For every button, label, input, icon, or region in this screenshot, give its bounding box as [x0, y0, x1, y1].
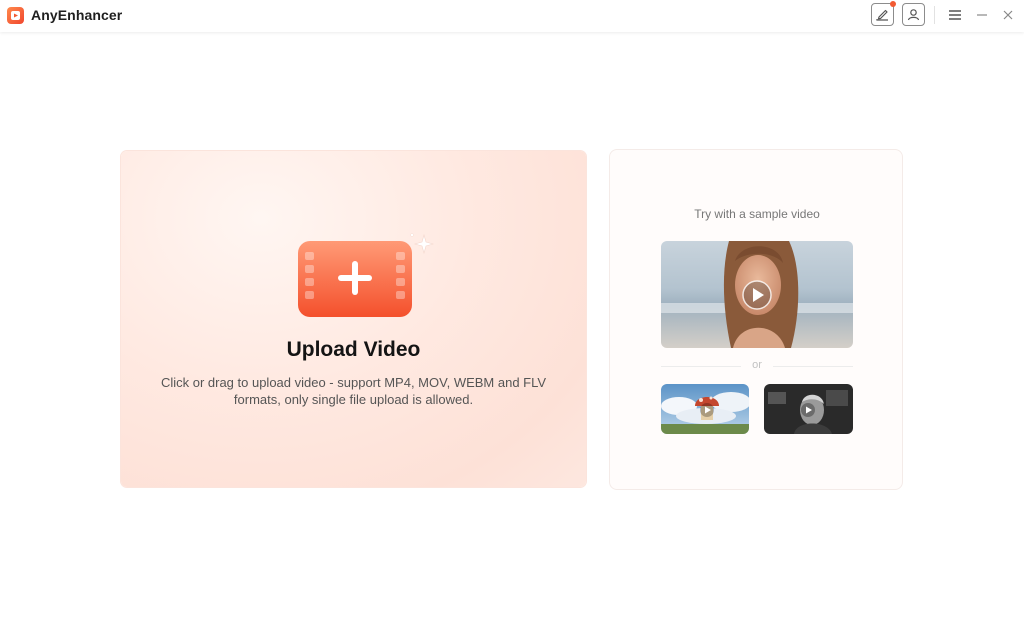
account-button[interactable]	[902, 3, 925, 26]
feedback-edit-icon	[876, 9, 888, 21]
sample-videos-panel: Try with a sample video or	[609, 149, 903, 490]
feedback-button[interactable]	[871, 1, 896, 26]
sample-video-bw-man[interactable]	[764, 384, 853, 434]
app-title: AnyEnhancer	[31, 7, 123, 23]
or-text: or	[752, 359, 762, 371]
minimize-button[interactable]	[972, 5, 992, 25]
app-logo-icon	[7, 7, 24, 24]
titlebar-separator	[934, 6, 935, 24]
account-icon	[907, 9, 920, 21]
notification-dot	[890, 1, 896, 7]
title-bar: AnyEnhancer	[0, 0, 1024, 32]
sample-video-woman[interactable]	[661, 241, 853, 348]
menu-button[interactable]	[945, 5, 965, 25]
sparkle-icon	[410, 233, 434, 255]
sample-label: Try with a sample video	[694, 207, 820, 221]
menu-icon	[949, 10, 961, 20]
sample-video-mushroom-house[interactable]	[661, 384, 749, 434]
upload-dropzone[interactable]: Upload Video Click or drag to upload vid…	[121, 151, 586, 487]
close-icon	[1003, 10, 1013, 20]
minimize-icon	[977, 14, 987, 16]
upload-title: Upload Video	[286, 338, 421, 361]
or-separator: or	[661, 359, 853, 373]
close-button[interactable]	[998, 5, 1018, 25]
upload-description: Click or drag to upload video - support …	[160, 375, 547, 407]
film-plus-icon	[298, 241, 412, 317]
